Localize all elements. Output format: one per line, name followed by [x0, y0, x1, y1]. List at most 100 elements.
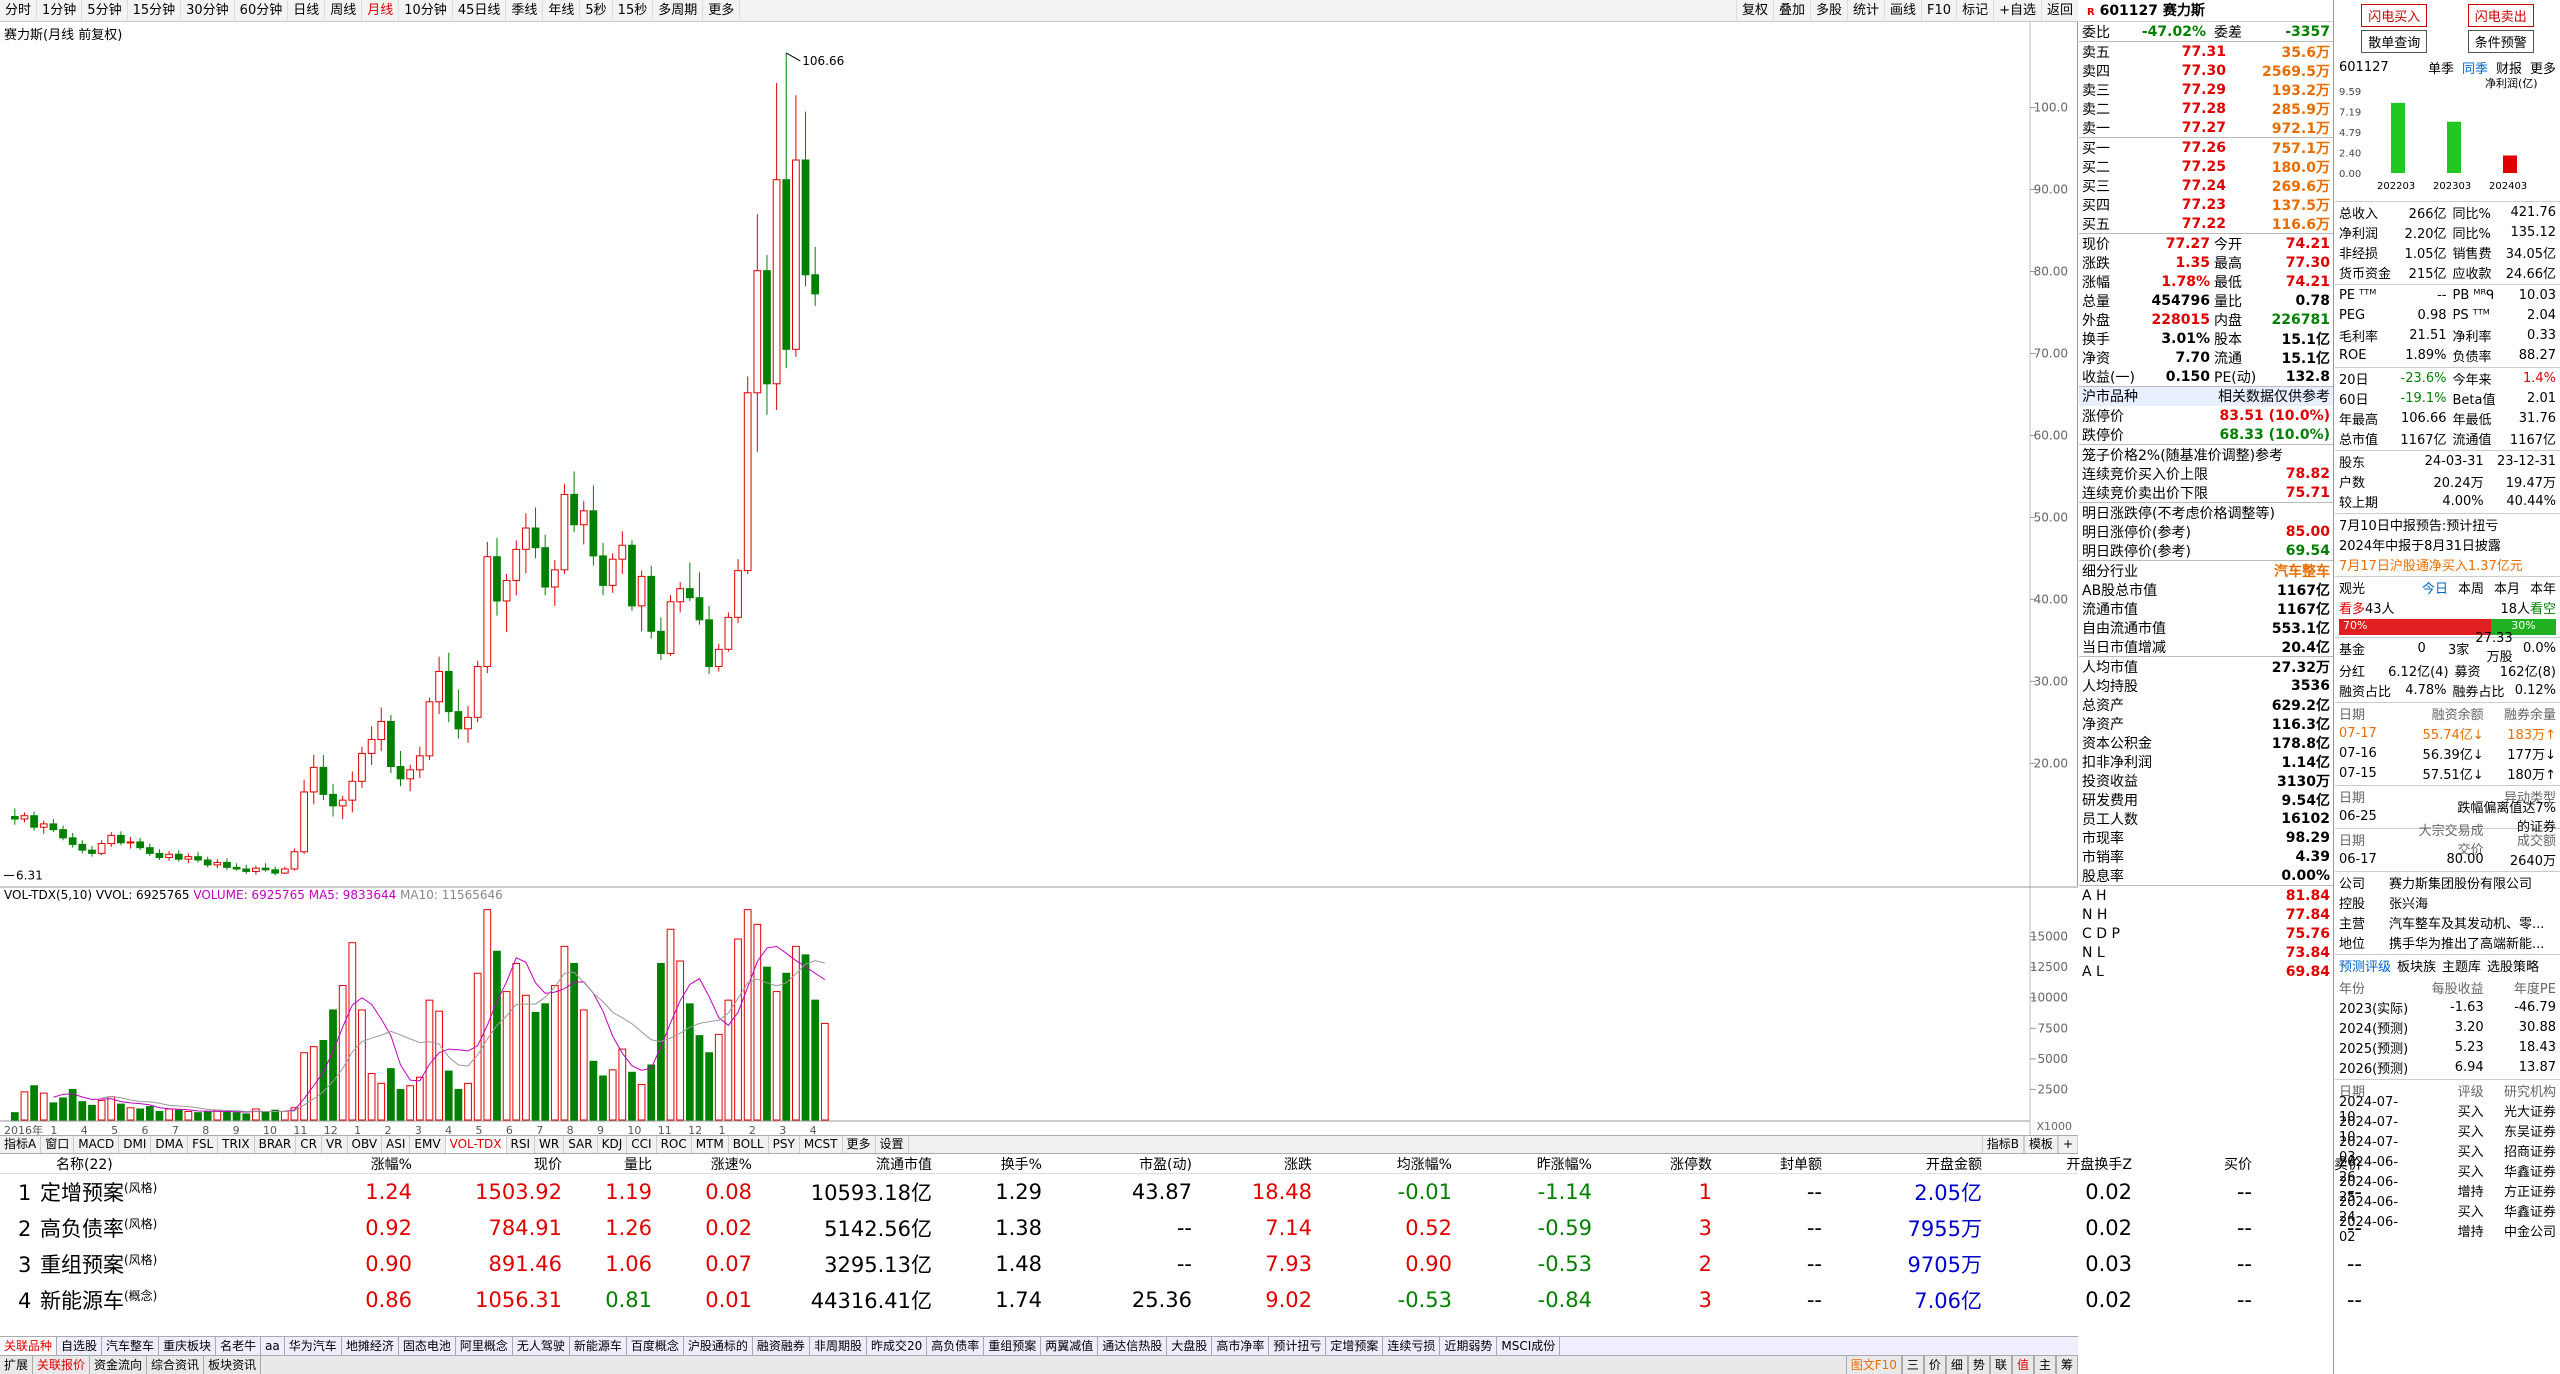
f10-subtab-0[interactable]: 预测评级: [2339, 956, 2391, 975]
margin-row[interactable]: 07-17 55.74亿↓ 183万↑: [2335, 723, 2560, 743]
margin-row[interactable]: 07-15 57.51亿↓ 180万↑: [2335, 763, 2560, 783]
forecast-row[interactable]: 2026(预测) 6.94 13.87: [2335, 1057, 2560, 1077]
toolbar-period-6[interactable]: 日线: [288, 0, 326, 22]
sector-tab-19[interactable]: 两翼减值: [1041, 1337, 1099, 1355]
bottom-right-tab-1[interactable]: 三: [1901, 1356, 1924, 1374]
board-row[interactable]: 4 新能源车(概念) 0.86 1056.31 0.81 0.01 44316.41亿 1.7…: [0, 1282, 2362, 1318]
forecast-row[interactable]: 2024(预测) 3.20 30.88: [2335, 1017, 2560, 1037]
board-col-header-5[interactable]: 流通市值: [760, 1154, 940, 1174]
indicator-tab-8[interactable]: CR: [296, 1136, 322, 1153]
price-chart[interactable]: 100.0 90.00 80.00 70.00 60.00 50.00 40.00 30.00…: [0, 22, 2078, 888]
board-col-header-12[interactable]: 封单额: [1720, 1154, 1830, 1174]
board-col-header-10[interactable]: 昨涨幅%: [1460, 1154, 1600, 1174]
sector-tab-15[interactable]: 非周期股: [810, 1337, 867, 1355]
sector-tab-13[interactable]: 沪股通标的: [684, 1337, 753, 1355]
board-row[interactable]: 2 高负债率(风格) 0.92 784.91 1.26 0.02 5142.56亿 1.38 -…: [0, 1210, 2362, 1246]
news-item[interactable]: 2024年中报于8月31日披露: [2335, 534, 2560, 554]
board-col-header-0[interactable]: 名称(22): [0, 1154, 300, 1174]
rating-row[interactable]: 2024-06-02 增持 中金公司: [2335, 1215, 2560, 1245]
board-col-header-4[interactable]: 涨速%: [660, 1154, 760, 1174]
toolbar-tool-4[interactable]: 画线: [1884, 0, 1921, 22]
f10-subtab-1[interactable]: 板块族: [2397, 956, 2436, 975]
sector-tab-20[interactable]: 通达信热股: [1098, 1337, 1168, 1355]
board-col-header-3[interactable]: 量比: [570, 1154, 660, 1174]
toolbar-period-12[interactable]: 年线: [543, 0, 581, 22]
indicator-tab-13[interactable]: VOL-TDX: [445, 1136, 507, 1153]
sector-tab-6[interactable]: 华为汽车: [285, 1337, 342, 1355]
bottom-right-tab-8[interactable]: 筹: [2055, 1356, 2078, 1374]
toolbar-period-2[interactable]: 5分钟: [82, 0, 128, 22]
sector-tab-9[interactable]: 阿里概念: [456, 1337, 513, 1355]
forecast-row[interactable]: 2023(实际) -1.63 -46.79: [2335, 997, 2560, 1017]
toolbar-tool-7[interactable]: +自选: [1993, 0, 2041, 22]
indicator-tab-4[interactable]: DMA: [151, 1136, 189, 1153]
forecast-row[interactable]: 2025(预测) 5.23 18.43: [2335, 1037, 2560, 1057]
indicator-tab-22[interactable]: PSY: [769, 1136, 800, 1153]
block-trade-row[interactable]: 06-17 80.00 2640万: [2335, 849, 2560, 869]
f10-tab-3[interactable]: 更多: [2530, 58, 2556, 77]
alert-button[interactable]: 条件预警: [2467, 30, 2534, 53]
indicator-tab-18[interactable]: CCI: [627, 1136, 657, 1153]
bottom-right-tab-7[interactable]: 主: [2033, 1356, 2056, 1374]
indicator-tab-7[interactable]: BRAR: [255, 1136, 297, 1153]
board-col-header-11[interactable]: 涨停数: [1600, 1154, 1720, 1174]
sector-tab-11[interactable]: 新能源车: [570, 1337, 627, 1355]
f10-subtab-2[interactable]: 主题库: [2442, 956, 2481, 975]
indicator-tab-25[interactable]: 设置: [876, 1136, 909, 1153]
sector-tab-16[interactable]: 昨成交20: [867, 1337, 928, 1355]
bottom-right-tab-5[interactable]: 联: [1989, 1356, 2012, 1374]
bottom-tab-3[interactable]: 综合资讯: [147, 1356, 205, 1374]
sector-tab-22[interactable]: 高市净率: [1212, 1337, 1270, 1355]
indicator-tab-1[interactable]: 窗口: [41, 1136, 75, 1153]
sector-tab-26[interactable]: 近期弱势: [1440, 1337, 1498, 1355]
sector-tab-1[interactable]: 自选股: [57, 1337, 103, 1355]
kline-chart-area[interactable]: 赛力斯(月线 前复权) 100.0 90.00 80.00 70.00 60.00 50.…: [0, 22, 2078, 1136]
indicator-tab-24[interactable]: 更多: [843, 1136, 876, 1153]
indicator-tab-0[interactable]: 指标A: [0, 1136, 42, 1153]
sector-tab-2[interactable]: 汽车整车: [102, 1337, 160, 1355]
sector-tab-25[interactable]: 连续亏损: [1383, 1337, 1441, 1355]
bottom-right-tab-0[interactable]: 图文F10: [1845, 1356, 1902, 1374]
toolbar-tool-3[interactable]: 统计: [1847, 0, 1884, 22]
order-query-button[interactable]: 散单查询: [2361, 30, 2428, 53]
f10-tab-0[interactable]: 单季: [2428, 58, 2454, 77]
board-col-header-9[interactable]: 均涨幅%: [1320, 1154, 1460, 1174]
view-tab-0[interactable]: 今日: [2422, 578, 2448, 597]
toolbar-period-10[interactable]: 45日线: [453, 0, 507, 22]
toolbar-period-16[interactable]: 更多: [703, 0, 741, 22]
sector-tab-24[interactable]: 定增预案: [1326, 1337, 1384, 1355]
indicator-tab-16[interactable]: SAR: [564, 1136, 598, 1153]
margin-row[interactable]: 07-16 56.39亿↓ 177万↓: [2335, 743, 2560, 763]
toolbar-period-3[interactable]: 15分钟: [128, 0, 182, 22]
board-row[interactable]: 3 重组预案(风格) 0.90 891.46 1.06 0.07 3295.13亿 1.48 -…: [0, 1246, 2362, 1282]
sector-tab-5[interactable]: aa: [261, 1337, 285, 1355]
toolbar-period-1[interactable]: 1分钟: [37, 0, 83, 22]
f10-tab-2[interactable]: 财报: [2496, 58, 2522, 77]
indicator-tab-11[interactable]: ASI: [382, 1136, 411, 1153]
toolbar-tool-6[interactable]: 标记: [1956, 0, 1993, 22]
sector-tab-10[interactable]: 无人驾驶: [513, 1337, 570, 1355]
indicator-tab-6[interactable]: TRIX: [218, 1136, 255, 1153]
indicator-tab-10[interactable]: OBV: [348, 1136, 383, 1153]
sector-tab-0[interactable]: 关联品种: [0, 1337, 58, 1355]
indicator-tab-21[interactable]: BOLL: [729, 1136, 769, 1153]
bottom-right-tab-3[interactable]: 细: [1945, 1356, 1968, 1374]
news-item[interactable]: 7月17日沪股通净买入1.37亿元: [2335, 554, 2560, 574]
indicator-right-tab-1[interactable]: 模板: [2023, 1136, 2058, 1153]
bottom-right-tab-2[interactable]: 价: [1923, 1356, 1946, 1374]
flash-buy-button[interactable]: 闪电买入: [2361, 4, 2428, 27]
toolbar-period-7[interactable]: 周线: [325, 0, 363, 22]
view-tab-2[interactable]: 本月: [2494, 578, 2520, 597]
bottom-tab-0[interactable]: 扩展: [0, 1356, 34, 1374]
bottom-tab-1[interactable]: 关联报价: [33, 1356, 91, 1374]
board-row[interactable]: 1 定增预案(风格) 1.24 1503.92 1.19 0.08 10593.18亿 1.2…: [0, 1174, 2362, 1210]
indicator-tab-12[interactable]: EMV: [410, 1136, 446, 1153]
toolbar-tool-5[interactable]: F10: [1921, 0, 1956, 22]
sector-tab-3[interactable]: 重庆板块: [159, 1337, 217, 1355]
sector-tab-7[interactable]: 地摊经济: [342, 1337, 399, 1355]
indicator-tab-17[interactable]: KDJ: [598, 1136, 628, 1153]
indicator-tab-2[interactable]: MACD: [74, 1136, 120, 1153]
toolbar-period-4[interactable]: 30分钟: [181, 0, 235, 22]
sector-tab-27[interactable]: MSCI成份: [1497, 1337, 1561, 1355]
board-col-header-13[interactable]: 开盘金额: [1830, 1154, 1990, 1174]
